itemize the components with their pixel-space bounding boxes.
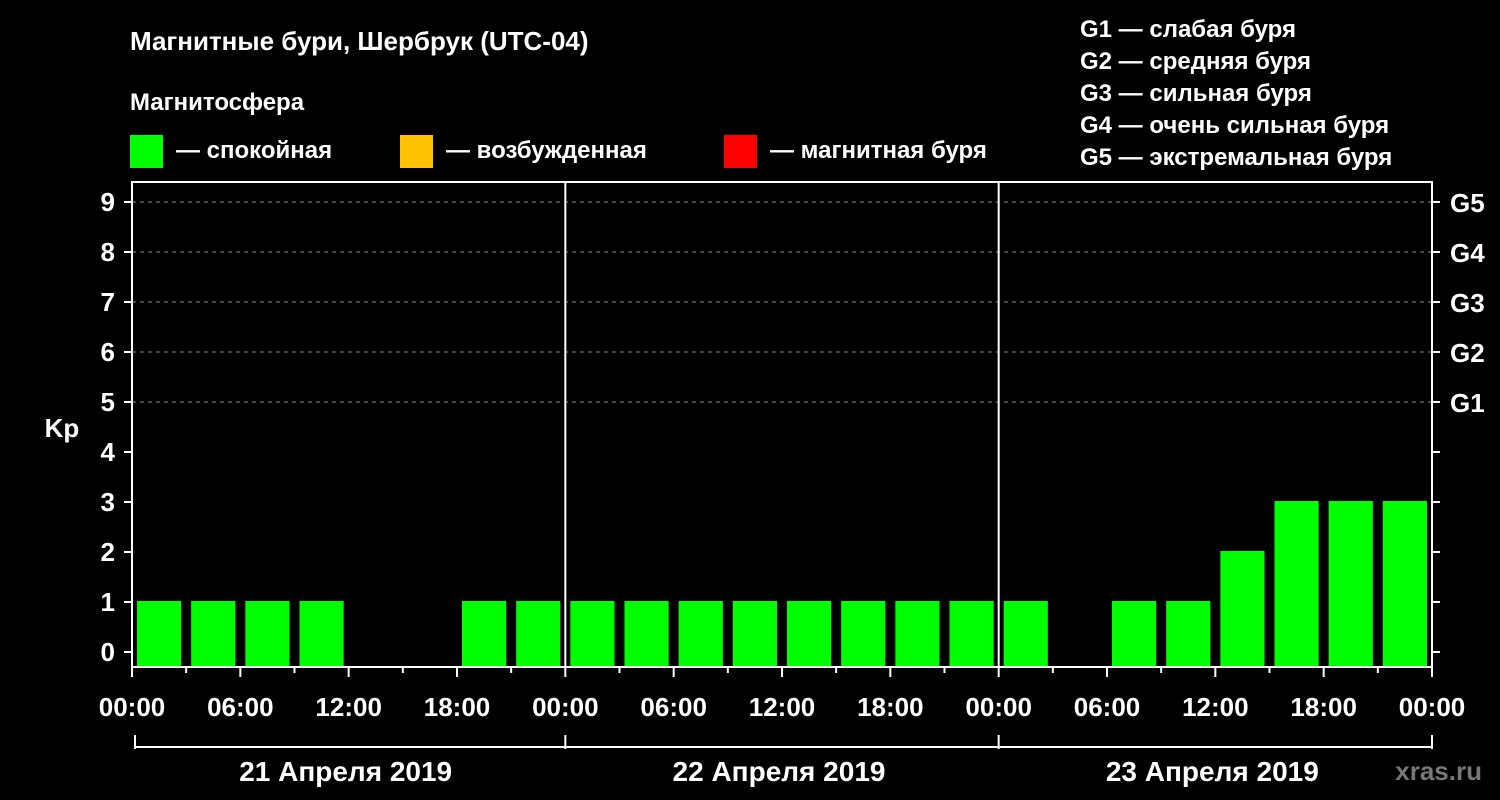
kp-bar [678, 601, 723, 667]
kp-bar [299, 601, 344, 667]
kp-bar [949, 601, 994, 667]
plot-area: 0 1 2 3 4 5 6 7 8 9 G1 G2 G3 G4 G5 00:00 06:00 12:00 18:00… [99, 181, 1485, 787]
kp-bar [895, 601, 940, 667]
x-tick-label: 00:00 [532, 692, 599, 722]
kp-bar [1112, 601, 1157, 667]
x-tick-label: 12:00 [749, 692, 816, 722]
storm-legend-item: G1 — слабая буря [1080, 16, 1296, 43]
legend-label: — магнитная буря [770, 137, 987, 164]
kp-bar [1220, 551, 1265, 667]
x-tick-label: 18:00 [1290, 692, 1357, 722]
g-scale-label: G3 [1450, 288, 1485, 318]
x-tick-label: 18:00 [857, 692, 924, 722]
storm-legend-item: G2 — средняя буря [1080, 48, 1311, 75]
day-label: 21 Апреля 2019 [239, 756, 452, 787]
storm-legend-item: G3 — сильная буря [1080, 80, 1312, 107]
kp-bar [1166, 601, 1211, 667]
storm-legend-item: G5 — экстремальная буря [1080, 144, 1392, 171]
y-axis-label: Kp [45, 413, 80, 443]
y-tick-label: 0 [101, 637, 115, 667]
kp-bar [245, 601, 290, 667]
status-legend: — спокойная — возбужденная — магнитная бур… [130, 135, 987, 168]
g-scale-label: G5 [1450, 188, 1485, 218]
kp-bar [137, 601, 182, 667]
x-tick-label: 18:00 [424, 692, 491, 722]
y-tick-label: 2 [101, 537, 115, 567]
kp-bar [191, 601, 236, 667]
day-label: 23 Апреля 2019 [1106, 756, 1319, 787]
storm-legend: G1 — слабая буря G2 — средняя буря G3 — си… [1080, 16, 1392, 171]
x-tick-label: 00:00 [1399, 692, 1466, 722]
g-scale-label: G2 [1450, 338, 1485, 368]
x-tick-label: 06:00 [207, 692, 274, 722]
kp-bar [1003, 601, 1048, 667]
x-tick-label: 12:00 [1182, 692, 1249, 722]
y-tick-label: 3 [101, 487, 115, 517]
kp-bar [624, 601, 669, 667]
kp-bar [570, 601, 615, 667]
legend-label: — спокойная [176, 137, 332, 164]
storm-legend-item: G4 — очень сильная буря [1080, 112, 1389, 139]
y-tick-label: 4 [101, 437, 116, 467]
x-tick-label: 00:00 [99, 692, 166, 722]
y-tick-label: 6 [101, 337, 115, 367]
y-tick-label: 7 [101, 287, 115, 317]
x-tick-label: 12:00 [315, 692, 382, 722]
kp-chart: Магнитные бури, Шербрук (UTC-04) Магнито… [45, 16, 1486, 787]
kp-bar [462, 601, 507, 667]
g-scale-label: G1 [1450, 388, 1485, 418]
kp-bar [516, 601, 561, 667]
day-label: 22 Апреля 2019 [673, 756, 886, 787]
chart-subtitle: Магнитосфера [130, 89, 305, 116]
y-tick-label: 8 [101, 237, 115, 267]
x-tick-label: 00:00 [965, 692, 1032, 722]
kp-bar [1415, 601, 1427, 667]
kp-bar [841, 601, 886, 667]
chart-title: Магнитные бури, Шербрук (UTC-04) [130, 26, 589, 56]
x-tick-label: 06:00 [640, 692, 707, 722]
kp-bar [787, 601, 832, 667]
kp-bar [1274, 501, 1319, 667]
y-tick-label: 1 [101, 587, 115, 617]
legend-label: — возбужденная [446, 137, 647, 164]
g-scale-label: G4 [1450, 238, 1485, 268]
y-tick-label: 5 [101, 387, 115, 417]
kp-bar [1328, 501, 1373, 667]
watermark: xras.ru [1395, 756, 1482, 786]
legend-swatch [130, 135, 163, 168]
kp-bar [732, 601, 777, 667]
y-tick-label: 9 [101, 187, 115, 217]
legend-swatch [724, 135, 757, 168]
legend-swatch [400, 135, 433, 168]
x-tick-label: 06:00 [1074, 692, 1141, 722]
